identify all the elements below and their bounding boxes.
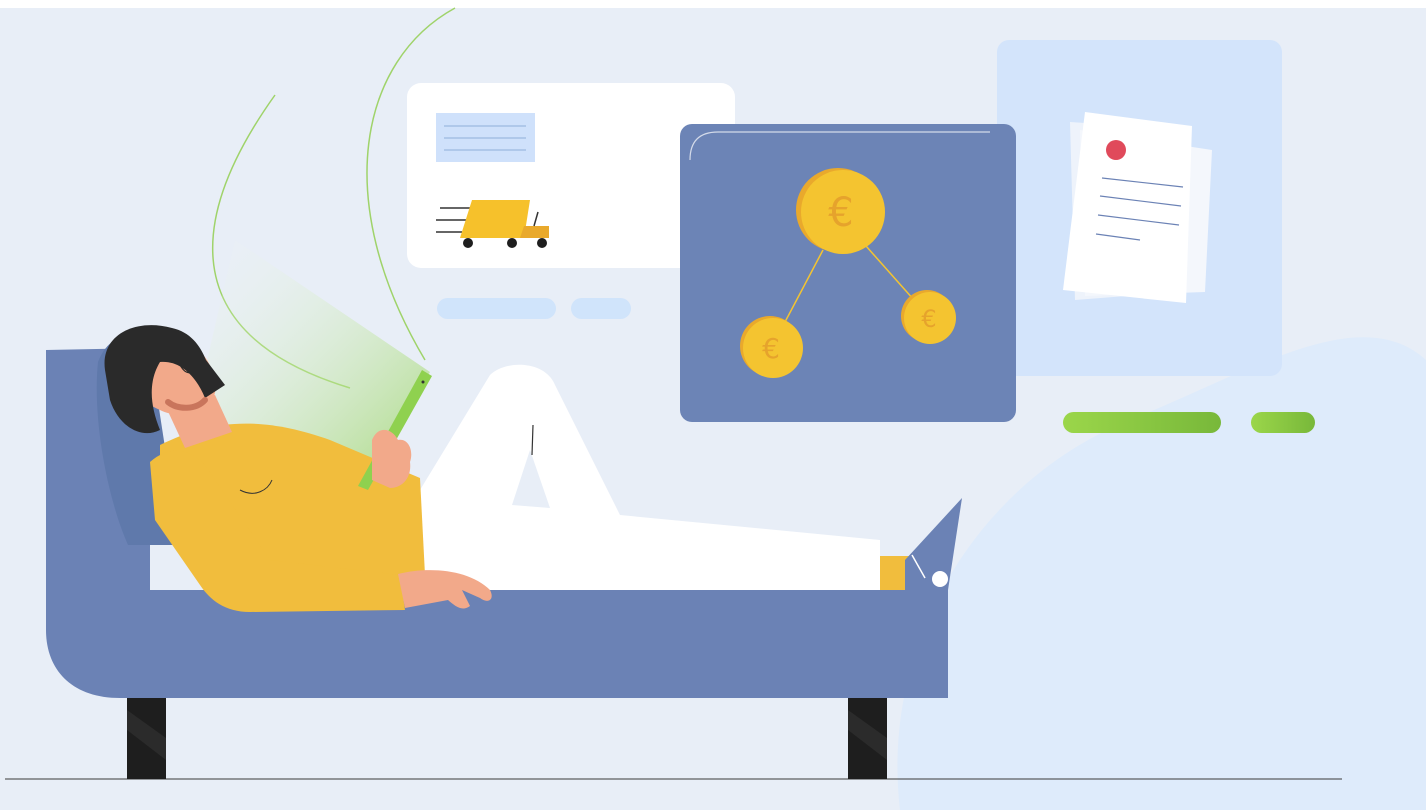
svg-text:€: € (921, 305, 936, 333)
placeholder-pill (571, 298, 631, 319)
progress-bar-long (1063, 412, 1221, 433)
document-dot (1106, 140, 1126, 160)
illustration-scene: € € € (0, 0, 1426, 810)
progress-bar-short (1251, 412, 1315, 433)
svg-text:€: € (762, 332, 780, 365)
euro-panel: € € € (680, 124, 1016, 422)
document-panel (997, 40, 1282, 376)
placeholder-pill (437, 298, 556, 319)
document-icon (1063, 112, 1212, 303)
svg-text:€: € (828, 190, 853, 236)
